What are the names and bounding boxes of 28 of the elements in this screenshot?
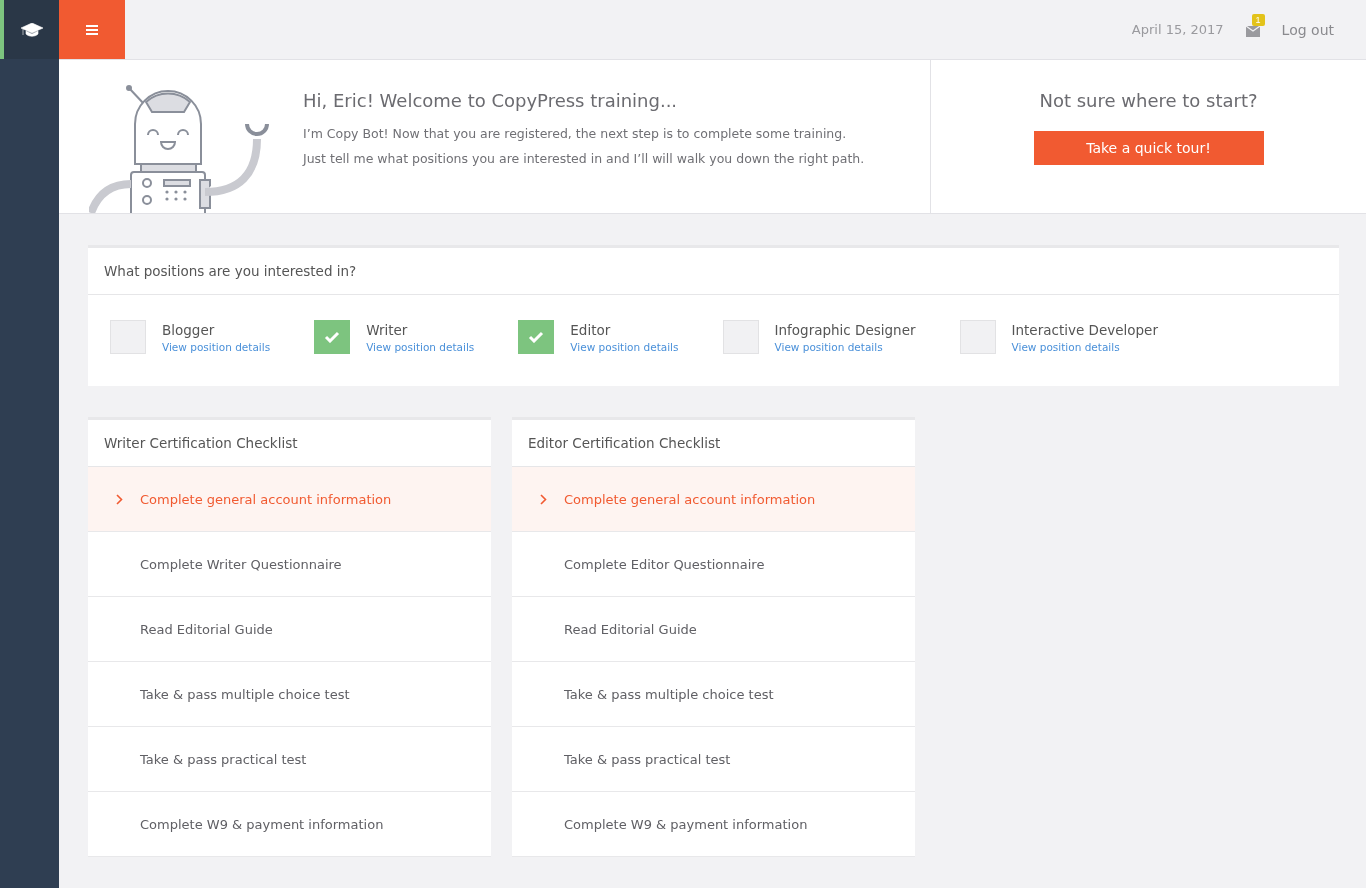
position-details-link[interactable]: View position details <box>162 340 271 353</box>
card-title: What positions are you interested in? <box>88 248 1339 295</box>
date-text: April 15, 2017 <box>1131 22 1224 37</box>
position-label: Infographic Designer <box>774 321 916 338</box>
welcome-text: Just tell me what positions you are interested in and I’ll will walk you down the right path. <box>303 150 865 167</box>
logo-block[interactable] <box>0 0 59 59</box>
chevron-icon <box>540 493 547 505</box>
tour-button[interactable]: Take a quick tour! <box>1033 131 1264 165</box>
position-label: Writer <box>366 321 409 338</box>
chevron-icon <box>116 493 123 505</box>
position-label: Editor <box>570 321 612 338</box>
position-details-link[interactable]: View position details <box>570 340 679 353</box>
position-details-link[interactable]: View position details <box>1011 340 1158 353</box>
envelope-icon <box>1245 26 1260 37</box>
menu-icon <box>86 24 98 35</box>
position-details-link[interactable]: View position details <box>366 340 475 353</box>
tour-title: Not sure where to start? <box>1039 90 1258 111</box>
notification-badge: 1 <box>1251 14 1265 26</box>
check-icon <box>324 331 341 343</box>
check-icon <box>528 331 545 343</box>
welcome-title: Hi, Eric! Welcome to CopyPress training... <box>303 90 679 111</box>
graduation-cap-icon <box>20 22 43 37</box>
position-checkbox[interactable] <box>518 320 555 354</box>
position-label: Interactive Developer <box>1011 321 1158 338</box>
position-details-link[interactable]: View position details <box>774 340 916 353</box>
position-label: Blogger <box>162 321 216 338</box>
position-checkbox[interactable] <box>314 320 351 354</box>
welcome-text: I’m Copy Bot! Now that you are registered, the next step is to complete some training. <box>303 125 848 142</box>
